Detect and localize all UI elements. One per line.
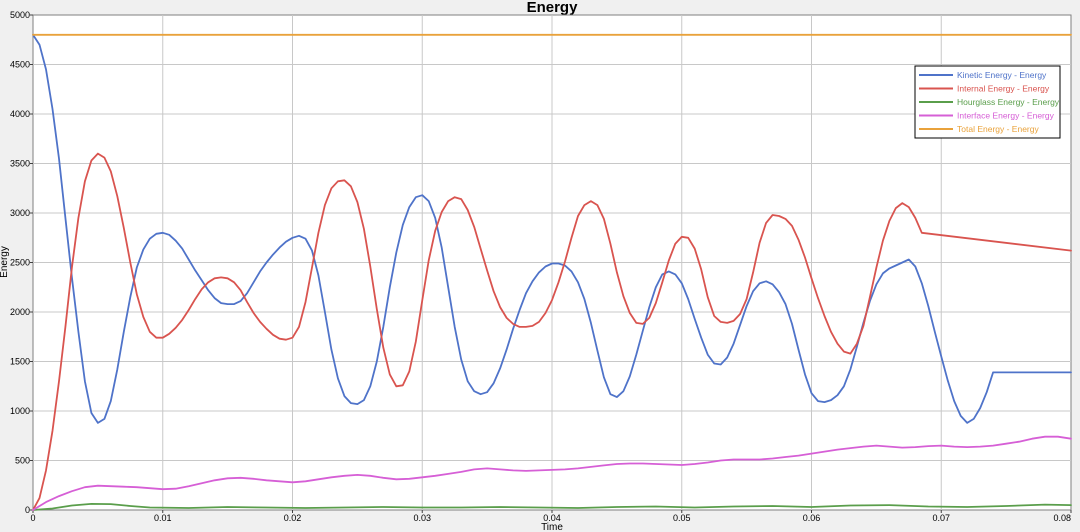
x-tick-label: 0.08 (1053, 513, 1071, 523)
y-tick-label: 2500 (10, 258, 30, 268)
legend-label: Hourglass Energy - Energy (957, 97, 1060, 107)
x-tick-label: 0.02 (284, 513, 302, 523)
y-tick-label: 5000 (10, 10, 30, 20)
legend-label: Interface Energy - Energy (957, 111, 1055, 121)
legend-label: Total Energy - Energy (957, 124, 1039, 134)
y-tick-label: 3500 (10, 159, 30, 169)
y-tick-label: 4000 (10, 109, 30, 119)
x-axis-title: Time (541, 522, 563, 532)
y-tick-label: 500 (15, 456, 30, 466)
legend-label: Internal Energy - Energy (957, 84, 1050, 94)
y-tick-label: 0 (25, 505, 30, 515)
x-tick-label: 0.01 (154, 513, 172, 523)
chart-title: Energy (527, 0, 579, 16)
x-tick-label: 0.05 (673, 513, 691, 523)
y-tick-label: 1500 (10, 357, 30, 367)
y-tick-label: 3000 (10, 208, 30, 218)
x-tick-label: 0.07 (932, 513, 950, 523)
legend-label: Kinetic Energy - Energy (957, 70, 1047, 80)
legend: Kinetic Energy - Energy Internal Energy -… (914, 65, 1061, 139)
y-tick-label: 2000 (10, 307, 30, 317)
x-tick-label: 0.03 (413, 513, 431, 523)
x-tick-label: 0 (30, 513, 35, 523)
y-tick-label: 4500 (10, 60, 30, 70)
chart-canvas: Energy 0 500 1000 1500 2000 2500 3000 3500 4000 4… (0, 0, 1080, 532)
y-axis-title: Energy (0, 246, 10, 278)
x-tick-label: 0.06 (803, 513, 821, 523)
y-tick-label: 1000 (10, 406, 30, 416)
chart: Energy 0 500 1000 1500 2000 2500 3000 3500 4000 4… (0, 0, 1080, 532)
